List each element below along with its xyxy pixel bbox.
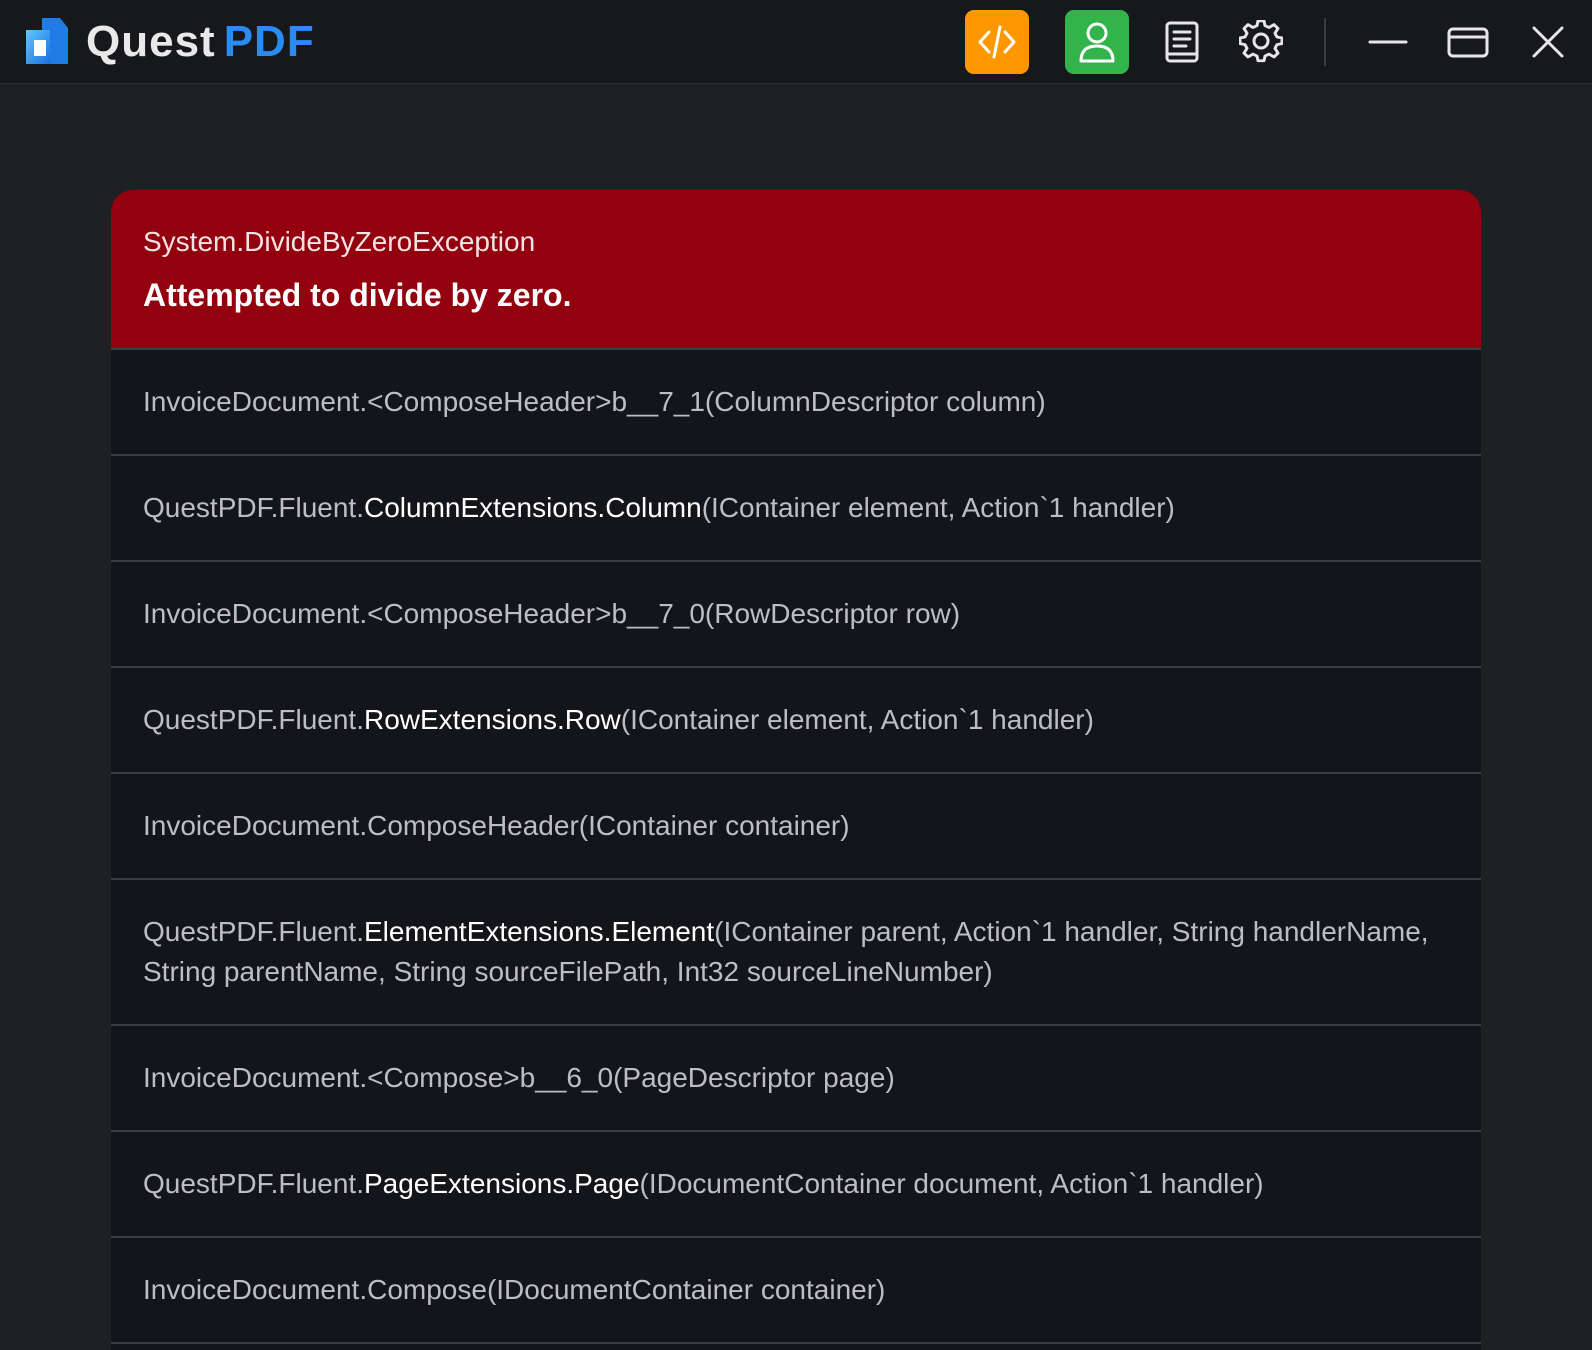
book-icon (1165, 21, 1199, 63)
user-button[interactable] (1065, 10, 1129, 74)
stack-frame-text: InvoiceDocument.<ComposeHeader>b__7_1(Co… (143, 382, 1046, 422)
stack-frame-text: InvoiceDocument.Compose(IDocumentContain… (143, 1270, 885, 1310)
stack-trace-list: InvoiceDocument.<ComposeHeader>b__7_1(Co… (111, 350, 1481, 1344)
stack-frame[interactable]: QuestPDF.Fluent.PageExtensions.Page(IDoc… (111, 1132, 1481, 1238)
minimize-icon (1368, 40, 1408, 44)
frame-params: (IDocumentContainer document, Action`1 h… (639, 1168, 1264, 1199)
frame-prefix: InvoiceDocument.Compose(IDocumentContain… (143, 1274, 886, 1305)
brand-title: Quest PDF (86, 16, 315, 68)
user-icon (1079, 22, 1115, 63)
toolbar-separator (1324, 18, 1326, 66)
stack-frame-text: QuestPDF.Fluent.RowExtensions.Row(IConta… (143, 700, 1094, 740)
exception-message: Attempted to divide by zero. (143, 277, 572, 313)
code-icon (978, 25, 1016, 59)
frame-prefix: InvoiceDocument.ComposeHeader(IContainer… (143, 810, 850, 841)
frame-method: ElementExtensions.Element (363, 916, 715, 947)
stack-frame[interactable]: QuestPDF.Fluent.RowExtensions.Row(IConta… (111, 668, 1481, 774)
questpdf-logo-icon (26, 18, 68, 64)
frame-prefix: QuestPDF.Fluent. (143, 492, 364, 523)
exception-panel: System.DivideByZeroException Attempted t… (111, 190, 1481, 1350)
stack-frame[interactable]: QuestPDF.Fluent.ElementExtensions.Elemen… (111, 880, 1481, 1026)
stack-frame-text: QuestPDF.Fluent.ElementExtensions.Elemen… (143, 912, 1449, 992)
frame-prefix: InvoiceDocument.<ComposeHeader>b__7_0(Ro… (143, 598, 961, 629)
exception-type: System.DivideByZeroException (143, 226, 536, 257)
stack-frame[interactable]: InvoiceDocument.<ComposeHeader>b__7_0(Ro… (111, 562, 1481, 668)
frame-method: RowExtensions.Row (363, 704, 621, 735)
minimize-button[interactable] (1356, 10, 1420, 74)
frame-prefix: QuestPDF.Fluent. (143, 1168, 364, 1199)
stack-frame-text: InvoiceDocument.ComposeHeader(IContainer… (143, 806, 850, 846)
frame-prefix: QuestPDF.Fluent. (143, 704, 364, 735)
stack-frame[interactable]: InvoiceDocument.ComposeHeader(IContainer… (111, 774, 1481, 880)
stack-frame[interactable]: InvoiceDocument.<ComposeHeader>b__7_1(Co… (111, 350, 1481, 456)
stack-frame[interactable]: QuestPDF.Fluent.ColumnExtensions.Column(… (111, 456, 1481, 562)
frame-method: PageExtensions.Page (363, 1168, 640, 1199)
stack-frame-text: QuestPDF.Fluent.PageExtensions.Page(IDoc… (143, 1164, 1264, 1204)
frame-prefix: InvoiceDocument.<ComposeHeader>b__7_1(Co… (143, 386, 1046, 417)
brand-quest: Quest (86, 17, 216, 66)
frame-params: (IContainer element, Action`1 handler) (620, 704, 1094, 735)
documentation-button[interactable] (1150, 10, 1214, 74)
brand-pdf: PDF (223, 17, 315, 66)
frame-method: ColumnExtensions.Column (363, 492, 702, 523)
frame-prefix: InvoiceDocument.<Compose>b__6_0(PageDesc… (143, 1062, 895, 1093)
title-bar: Quest PDF (0, 0, 1592, 84)
frame-prefix: QuestPDF.Fluent. (143, 916, 364, 947)
stack-frame-text: QuestPDF.Fluent.ColumnExtensions.Column(… (143, 488, 1175, 528)
frame-params: (IContainer element, Action`1 handler) (701, 492, 1175, 523)
exception-header: System.DivideByZeroException Attempted t… (111, 190, 1481, 350)
stack-frame-text: InvoiceDocument.<ComposeHeader>b__7_0(Ro… (143, 594, 960, 634)
gear-icon (1239, 20, 1283, 63)
close-icon (1532, 26, 1564, 58)
maximize-button[interactable] (1436, 10, 1500, 74)
maximize-icon (1447, 27, 1489, 58)
stack-frame-text: InvoiceDocument.<Compose>b__6_0(PageDesc… (143, 1058, 895, 1098)
settings-button[interactable] (1229, 10, 1293, 74)
close-button[interactable] (1516, 10, 1580, 74)
stack-frame[interactable]: InvoiceDocument.Compose(IDocumentContain… (111, 1238, 1481, 1344)
stack-frame[interactable]: InvoiceDocument.<Compose>b__6_0(PageDesc… (111, 1026, 1481, 1132)
code-button[interactable] (965, 10, 1029, 74)
